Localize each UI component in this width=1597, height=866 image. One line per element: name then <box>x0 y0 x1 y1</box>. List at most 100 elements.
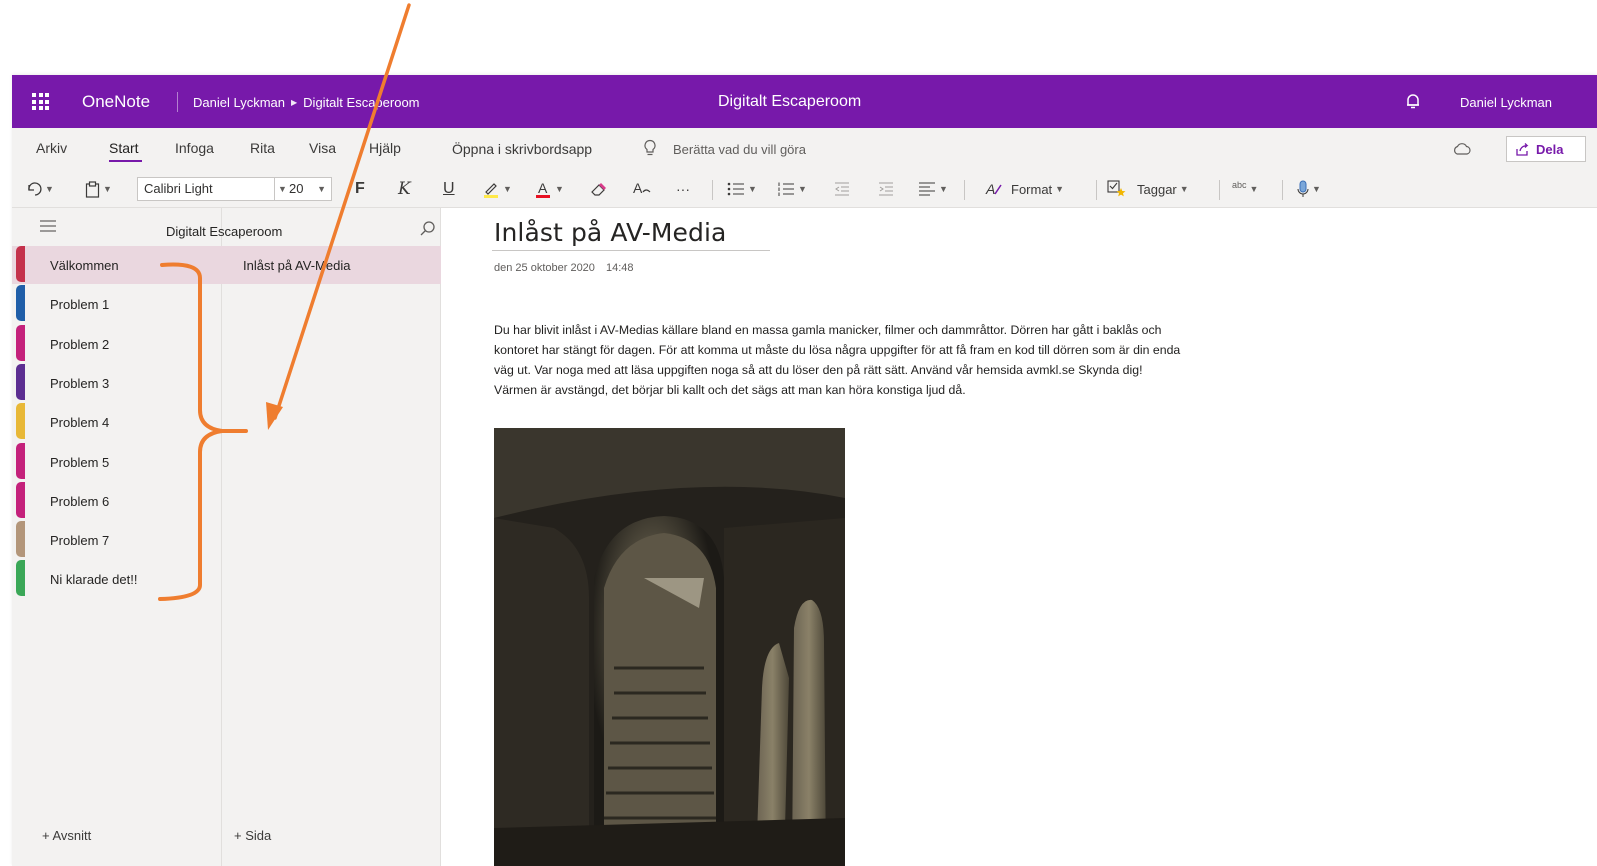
bullets-button[interactable]: ▼ <box>727 170 757 208</box>
onenote-window: OneNote Daniel Lyckman ▶ Digitalt Escape… <box>12 75 1597 866</box>
clear-format-button[interactable] <box>590 170 608 208</box>
cloud-sync-icon[interactable] <box>1452 142 1472 156</box>
highlight-button[interactable]: ▼ <box>482 170 512 208</box>
toolbar-divider <box>1219 180 1220 200</box>
font-size-select[interactable]: ▼ 20 ▼ <box>274 177 332 201</box>
tags-button[interactable]: Taggar ▼ <box>1107 170 1189 208</box>
eraser-icon <box>591 183 606 196</box>
section-item[interactable]: Problem 2 <box>12 324 222 363</box>
numbering-button[interactable]: ▼ <box>777 170 807 208</box>
undo-button[interactable]: ▼ <box>26 170 54 208</box>
add-page-button[interactable]: + Sida <box>234 828 271 843</box>
section-label: Problem 1 <box>50 297 110 313</box>
tag-star-icon <box>1107 180 1126 197</box>
cellar-stairway-image[interactable] <box>494 428 845 866</box>
section-item[interactable]: Problem 4 <box>12 403 222 441</box>
svg-text:A: A <box>985 181 995 197</box>
font-name-value: Calibri Light <box>144 181 213 196</box>
open-in-desktop-app-button[interactable]: Öppna i skrivbordsapp <box>452 141 592 157</box>
title-underline <box>492 250 770 251</box>
formatting-toolbar: ▼ ▼ Calibri Light ▼ 20 ▼ F K U ▼ A ▼ A ·… <box>12 170 1597 208</box>
dictate-button[interactable]: ▼ <box>1297 170 1321 208</box>
section-item[interactable]: Problem 6 <box>12 481 222 520</box>
section-item[interactable]: Problem 1 <box>12 285 222 323</box>
section-color-tab <box>16 403 25 440</box>
section-color-tab <box>16 481 25 518</box>
toolbar-divider <box>712 180 713 200</box>
page-datetime: den 25 oktober 2020 14:48 <box>494 262 634 274</box>
italic-button[interactable]: K <box>398 170 411 208</box>
lightbulb-icon <box>644 139 656 156</box>
toolbar-divider <box>1096 180 1097 200</box>
section-item[interactable]: Ni klarade det!! <box>12 560 222 598</box>
title-divider <box>177 92 178 112</box>
page-item[interactable]: Inlåst på AV-Media <box>222 246 441 284</box>
bell-icon[interactable] <box>1404 92 1422 110</box>
share-icon <box>1516 143 1529 156</box>
section-color-tab <box>16 442 25 479</box>
note-canvas[interactable]: Inlåst på AV-Media den 25 oktober 2020 1… <box>442 208 1597 866</box>
svg-text:A: A <box>538 180 548 196</box>
outdent-icon <box>835 182 849 196</box>
title-bar: OneNote Daniel Lyckman ▶ Digitalt Escape… <box>12 75 1597 128</box>
section-color-tab <box>16 363 25 400</box>
breadcrumb-notebook[interactable]: Digitalt Escaperoom <box>303 95 419 110</box>
svg-text:A: A <box>633 180 643 196</box>
document-title: Digitalt Escaperoom <box>718 93 862 110</box>
section-item[interactable]: Problem 7 <box>12 521 222 559</box>
styles-button[interactable]: A <box>632 170 652 208</box>
indent-icon <box>879 182 893 196</box>
align-button[interactable]: ▼ <box>918 170 948 208</box>
tags-label: Taggar <box>1137 181 1177 197</box>
tab-rita[interactable]: Rita <box>250 140 275 156</box>
decrease-indent-button[interactable] <box>834 170 850 208</box>
section-label: Problem 5 <box>50 454 110 470</box>
section-item[interactable]: Välkommen <box>12 246 222 284</box>
tab-start[interactable]: Start <box>109 140 139 156</box>
section-label: Problem 7 <box>50 533 110 549</box>
numbered-list-icon <box>778 182 794 196</box>
tab-hjalp[interactable]: Hjälp <box>369 140 401 156</box>
section-label: Problem 2 <box>50 336 110 352</box>
search-icon[interactable] <box>419 220 437 238</box>
tab-infoga[interactable]: Infoga <box>175 140 214 156</box>
app-launcher-icon[interactable] <box>32 93 49 110</box>
font-size-value: 20 <box>289 181 304 196</box>
increase-indent-button[interactable] <box>878 170 894 208</box>
page-date: den 25 oktober 2020 <box>494 262 595 274</box>
toolbar-divider <box>964 180 965 200</box>
tell-me-search[interactable]: Berätta vad du vill göra <box>673 142 806 157</box>
section-label: Problem 6 <box>50 493 110 509</box>
section-color-tab <box>16 246 25 282</box>
underline-button[interactable]: U <box>443 170 455 208</box>
paste-button[interactable]: ▼ <box>85 170 112 208</box>
bold-button[interactable]: F <box>355 170 365 208</box>
tab-arkiv[interactable]: Arkiv <box>36 140 67 156</box>
tab-visa[interactable]: Visa <box>309 140 336 156</box>
undo-icon <box>28 182 42 196</box>
breadcrumb-user[interactable]: Daniel Lyckman <box>193 95 285 110</box>
page-body-text[interactable]: Du har blivit inlåst i AV-Medias källare… <box>494 320 1184 400</box>
user-name[interactable]: Daniel Lyckman <box>1460 95 1552 110</box>
ribbon-tabs: Arkiv Start Infoga Rita Visa Hjälp Öppna… <box>12 128 1597 170</box>
add-section-button[interactable]: + Avsnitt <box>42 828 91 843</box>
more-options-button[interactable]: ··· <box>676 170 690 208</box>
app-name[interactable]: OneNote <box>82 92 150 112</box>
section-item[interactable]: Problem 3 <box>12 363 222 402</box>
hamburger-menu-icon[interactable] <box>40 220 56 232</box>
font-color-icon: A <box>536 180 550 198</box>
page-title[interactable]: Inlåst på AV-Media <box>494 218 726 247</box>
toolbar-divider <box>1282 180 1283 200</box>
format-button[interactable]: A Format ▼ <box>985 170 1064 208</box>
highlighter-icon <box>484 183 498 198</box>
clipboard-icon <box>85 180 100 198</box>
spelling-button[interactable]: abc ▼ <box>1232 170 1258 208</box>
section-label: Problem 4 <box>50 415 110 431</box>
font-color-button[interactable]: A ▼ <box>534 170 564 208</box>
section-color-tab <box>16 521 25 558</box>
section-item[interactable]: Problem 5 <box>12 442 222 481</box>
screenshot-stage: OneNote Daniel Lyckman ▶ Digitalt Escape… <box>0 0 1597 866</box>
section-label: Ni klarade det!! <box>50 572 138 588</box>
share-button[interactable]: Dela <box>1506 136 1586 162</box>
format-brush-icon: A <box>985 181 1002 197</box>
